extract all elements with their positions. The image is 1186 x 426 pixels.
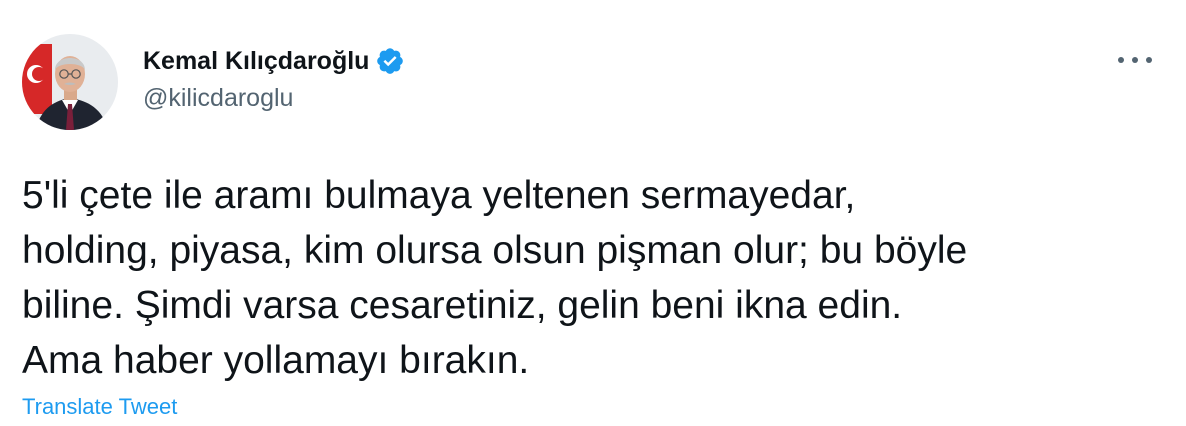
tweet-text-line: Ama haber yollamayı bırakın. [22, 339, 530, 382]
author-handle[interactable]: @kilicdaroglu [143, 84, 293, 113]
verified-badge-icon [375, 46, 405, 76]
translate-tweet-link[interactable]: Translate Tweet [22, 394, 177, 420]
dot-icon [1118, 57, 1124, 63]
tweet-card: Kemal Kılıçdaroğlu @kilicdaroglu 5'li çe… [0, 0, 1186, 426]
dot-icon [1146, 57, 1152, 63]
tweet-text-line: biline. Şimdi varsa cesaretiniz, gelin b… [22, 284, 903, 327]
author-display-name[interactable]: Kemal Kılıçdaroğlu [143, 47, 369, 76]
author-name-row: Kemal Kılıçdaroğlu [143, 44, 405, 78]
dot-icon [1132, 57, 1138, 63]
tweet-text-line: holding, piyasa, kim olursa olsun pişman… [22, 229, 968, 272]
tweet-text: 5'li çete ile aramı bulmaya yeltenen ser… [22, 168, 1162, 388]
more-options-icon[interactable] [1118, 50, 1152, 70]
profile-photo-image [22, 34, 118, 130]
avatar[interactable] [22, 34, 118, 130]
tweet-text-line: 5'li çete ile aramı bulmaya yeltenen ser… [22, 174, 856, 217]
